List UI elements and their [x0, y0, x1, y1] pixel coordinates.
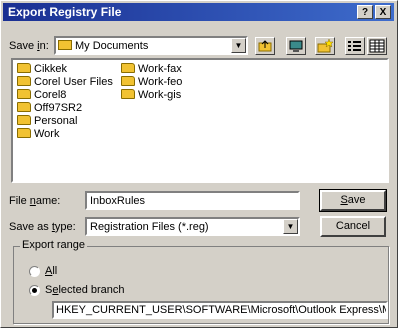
export-range-legend: Export range	[20, 239, 87, 251]
details-view-button[interactable]	[367, 37, 387, 55]
radio-selected-dot	[32, 288, 37, 293]
list-view-icon	[348, 41, 361, 51]
branch-path-field[interactable]: HKEY_CURRENT_USER\SOFTWARE\Microsoft\Out…	[52, 301, 388, 319]
new-folder-icon	[317, 38, 334, 53]
folder-icon	[17, 89, 31, 99]
up-one-level-icon	[258, 40, 272, 52]
folder-list[interactable]: Cikkek Corel User Files Corel8 Off97SR2 …	[11, 58, 389, 183]
desktop-icon	[289, 40, 303, 52]
close-button[interactable]: X	[375, 5, 391, 19]
desktop-button[interactable]	[286, 37, 306, 55]
save-as-type-select[interactable]: Registration Files (*.reg) ▼	[85, 217, 300, 236]
selected-branch-radio[interactable]	[29, 285, 40, 296]
save-in-value: My Documents	[75, 40, 149, 52]
details-view-icon	[369, 39, 385, 53]
chevron-down-icon[interactable]: ▼	[231, 38, 246, 53]
dialog-title: Export Registry File	[8, 5, 122, 19]
chevron-down-icon[interactable]: ▼	[283, 219, 298, 234]
help-button[interactable]: ?	[357, 5, 373, 19]
folder-icon	[121, 89, 135, 99]
list-item[interactable]: Work	[17, 128, 59, 140]
list-item[interactable]: Work-feo	[121, 76, 182, 88]
list-item[interactable]: Corel User Files	[17, 76, 113, 88]
all-radio-label[interactable]: All	[45, 265, 57, 277]
save-in-label: Save in:	[9, 40, 49, 52]
list-item[interactable]: Off97SR2	[17, 102, 82, 114]
list-item[interactable]: Cikkek	[17, 63, 67, 75]
folder-icon	[121, 76, 135, 86]
save-in-combo[interactable]: My Documents ▼	[54, 36, 248, 55]
save-as-type-label: Save as type:	[9, 221, 76, 233]
export-registry-dialog: Export Registry File ? X Save in: My Doc…	[0, 0, 398, 328]
list-item[interactable]: Work-fax	[121, 63, 182, 75]
list-item[interactable]: Corel8	[17, 89, 66, 101]
file-name-label: File name:	[9, 195, 61, 207]
folder-icon	[17, 115, 31, 125]
file-name-field[interactable]: InboxRules	[85, 191, 300, 210]
cancel-button[interactable]: Cancel	[320, 216, 386, 237]
folder-icon	[121, 63, 135, 73]
up-one-level-button[interactable]	[255, 37, 275, 55]
folder-icon	[17, 102, 31, 112]
list-item[interactable]: Work-gis	[121, 89, 181, 101]
all-radio[interactable]	[29, 266, 40, 277]
save-button[interactable]: Save	[319, 189, 387, 212]
new-folder-button[interactable]	[315, 37, 335, 55]
folder-icon	[17, 63, 31, 73]
folder-icon	[17, 128, 31, 138]
list-item[interactable]: Personal	[17, 115, 77, 127]
list-view-button[interactable]	[345, 37, 365, 55]
folder-icon	[17, 76, 31, 86]
title-bar: Export Registry File ? X	[3, 3, 394, 21]
selected-branch-label[interactable]: Selected branch	[45, 284, 125, 296]
my-documents-folder-icon	[58, 40, 72, 50]
